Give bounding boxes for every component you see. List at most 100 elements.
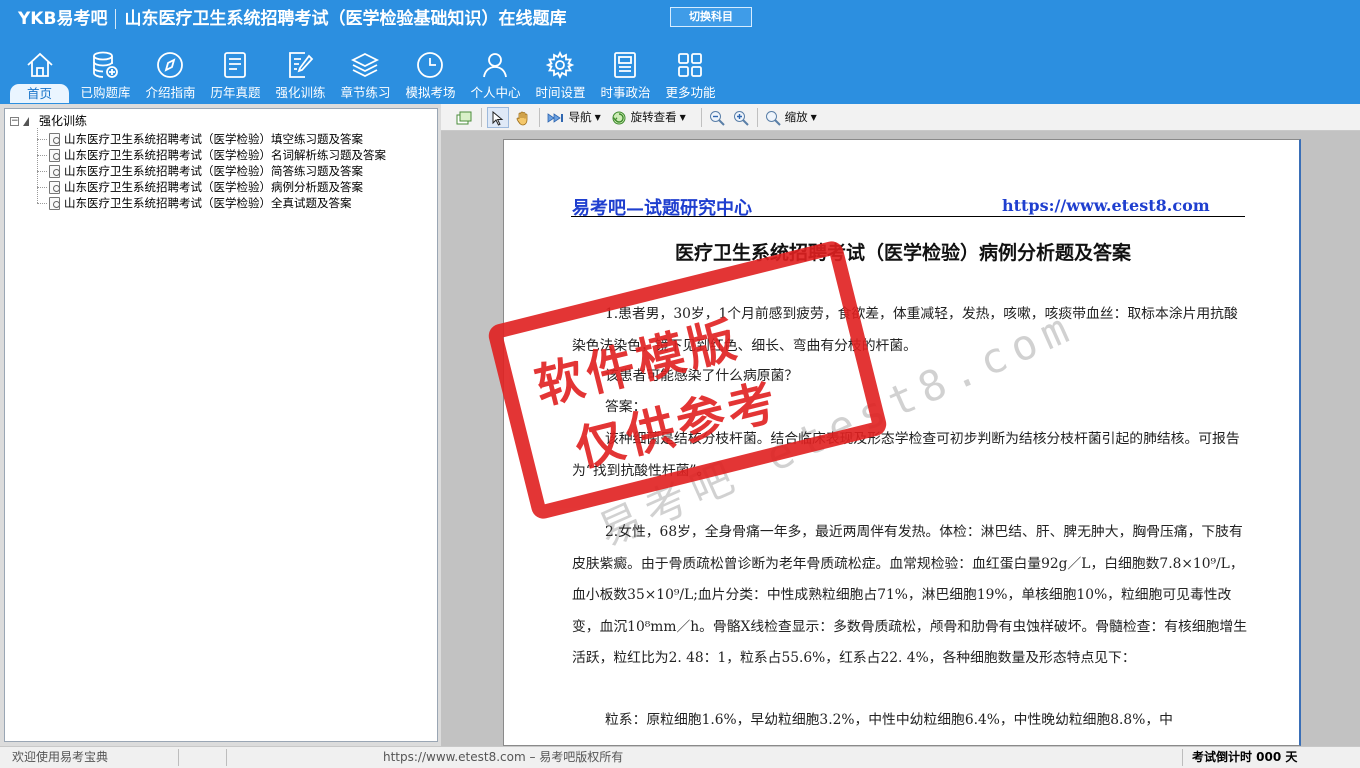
question-1-prompt: 该患者可能感染了什么病原菌？ bbox=[605, 368, 799, 384]
title-divider bbox=[115, 9, 117, 29]
zoom-menu[interactable]: 缩放 ▼ bbox=[765, 107, 817, 128]
document-icon bbox=[49, 133, 60, 146]
document-icon bbox=[49, 197, 60, 210]
tree-connector bbox=[37, 171, 47, 172]
caret-down-icon: ▼ bbox=[594, 113, 601, 122]
newspaper-icon bbox=[614, 52, 636, 78]
tree-item-label: 山东医疗卫生系统招聘考试（医学检验）名词解析练习题及答案 bbox=[64, 148, 386, 162]
rotate-icon bbox=[612, 111, 626, 124]
hand-icon bbox=[516, 111, 528, 125]
folder-icon bbox=[23, 117, 29, 126]
nav-more-label: 更多功能 bbox=[665, 85, 716, 100]
edit-document-icon bbox=[289, 52, 314, 78]
nav-past-exams-label: 历年真题 bbox=[210, 85, 261, 100]
zoom-label: 缩放 bbox=[784, 110, 808, 124]
main-nav: 首页 已购题库 介绍指南 历年真题 强化训练 章节练习 模拟考场 个人中心 时间… bbox=[8, 46, 723, 104]
nav-mock-exam-label: 模拟考场 bbox=[405, 85, 456, 100]
document-viewer: 导航 ▼ 旋转查看 ▼ 缩放 ▼ 易考吧—试题研究中心 https://www.ete… bbox=[441, 104, 1360, 746]
tree-connector bbox=[37, 187, 47, 188]
nav-time-settings[interactable]: 时间设置 bbox=[528, 46, 593, 104]
tree-item-case-analysis[interactable]: 山东医疗卫生系统招聘考试（医学检验）病例分析题及答案 bbox=[37, 179, 363, 195]
navigation-label: 导航 bbox=[568, 110, 592, 124]
document-icon bbox=[49, 165, 60, 178]
copyright-text: https://www.etest8.com – 易考吧版权所有 bbox=[383, 750, 624, 764]
left-panel: − 强化训练 山东医疗卫生系统招聘考试（医学检验）填空练习题及答案 山东医疗卫生系… bbox=[0, 104, 441, 746]
zoom-out-button[interactable] bbox=[709, 107, 725, 128]
exam-countdown: 考试倒计时 000 天 bbox=[1192, 750, 1298, 764]
nav-current-affairs[interactable]: 时事政治 bbox=[593, 46, 658, 104]
caret-down-icon: ▼ bbox=[810, 113, 817, 122]
app-title-bar: YKB易考吧 山东医疗卫生系统招聘考试（医学检验基础知识）在线题库 bbox=[18, 8, 566, 30]
nav-past-exams[interactable]: 历年真题 bbox=[203, 46, 268, 104]
magnifier-icon bbox=[766, 110, 781, 126]
tree-item-label: 山东医疗卫生系统招聘考试（医学检验）全真试题及答案 bbox=[64, 196, 352, 210]
question-tree: − 强化训练 山东医疗卫生系统招聘考试（医学检验）填空练习题及答案 山东医疗卫生系… bbox=[4, 108, 438, 742]
question-1-answer-label: 答案： bbox=[605, 399, 647, 415]
nav-home[interactable]: 首页 bbox=[8, 46, 73, 104]
status-divider bbox=[226, 749, 227, 766]
zoom-in-button[interactable] bbox=[733, 107, 749, 128]
select-tool-button[interactable] bbox=[487, 107, 509, 128]
status-divider bbox=[178, 749, 179, 766]
switch-subject-button[interactable]: 切换科目 bbox=[670, 7, 752, 27]
nav-chapters[interactable]: 章节练习 bbox=[333, 46, 398, 104]
nav-home-label: 首页 bbox=[10, 84, 69, 103]
question-1-answer: 该种细菌是结核分枝杆菌。结合临床表现及形态学检查可初步判断为结核分枝杆菌引起的肺… bbox=[572, 431, 1240, 479]
toolbar-separator bbox=[701, 108, 702, 127]
nav-time-settings-label: 时间设置 bbox=[535, 85, 586, 100]
tree-item-fill-blank[interactable]: 山东医疗卫生系统招聘考试（医学检验）填空练习题及答案 bbox=[37, 131, 363, 147]
tree-root[interactable]: − 强化训练 bbox=[10, 114, 87, 129]
nav-more[interactable]: 更多功能 bbox=[658, 46, 723, 104]
nav-purchased-label: 已购题库 bbox=[80, 85, 131, 100]
layers-icon bbox=[350, 52, 380, 78]
nav-mock-exam[interactable]: 模拟考场 bbox=[398, 46, 463, 104]
tree-item-label: 山东医疗卫生系统招聘考试（医学检验）简答练习题及答案 bbox=[64, 164, 363, 178]
nav-intensive[interactable]: 强化训练 bbox=[268, 46, 333, 104]
rotate-view-label: 旋转查看 bbox=[630, 110, 677, 124]
tree-connector bbox=[37, 203, 47, 204]
tree-connector bbox=[37, 155, 47, 156]
tree-item-short-answer[interactable]: 山东医疗卫生系统招聘考试（医学检验）简答练习题及答案 bbox=[37, 163, 363, 179]
welcome-text: 欢迎使用易考宝典 bbox=[12, 750, 109, 764]
question-1-text: 1.患者男，30岁，1个月前感到疲劳，食欲差，体重减轻，发热，咳嗽，咳痰带血丝：… bbox=[572, 306, 1238, 354]
nav-profile[interactable]: 个人中心 bbox=[463, 46, 528, 104]
nav-guide[interactable]: 介绍指南 bbox=[138, 46, 203, 104]
tree-item-full-exam[interactable]: 山东医疗卫生系统招聘考试（医学检验）全真试题及答案 bbox=[37, 195, 352, 211]
caret-down-icon: ▼ bbox=[679, 113, 686, 122]
question-2-text: 2.女性，68岁，全身骨痛一年多，最近两周伴有发热。体检：淋巴结、肝、脾无肿大，… bbox=[572, 524, 1248, 666]
status-bar: 欢迎使用易考宝典 https://www.etest8.com – 易考吧版权所… bbox=[0, 746, 1360, 768]
header-rule bbox=[571, 216, 1245, 217]
collapse-icon[interactable]: − bbox=[10, 117, 19, 126]
cursor-icon bbox=[492, 111, 504, 126]
user-icon bbox=[483, 53, 507, 78]
zoom-out-icon bbox=[710, 110, 725, 126]
list-document-icon bbox=[224, 52, 246, 78]
clock-icon bbox=[417, 52, 443, 78]
nav-intensive-label: 强化训练 bbox=[275, 85, 326, 100]
navigation-menu[interactable]: 导航 ▼ bbox=[547, 107, 601, 128]
question-2-cells: 粒系：原粒细胞1.6%，早幼粒细胞3.2%，中性中幼粒细胞6.4%，中性晚幼粒细… bbox=[605, 712, 1173, 728]
nav-guide-label: 介绍指南 bbox=[145, 85, 196, 100]
toolbar-separator bbox=[481, 108, 482, 127]
toolbar-separator bbox=[757, 108, 758, 127]
document-icon bbox=[49, 149, 60, 162]
nav-profile-label: 个人中心 bbox=[470, 85, 521, 100]
tree-item-label: 山东医疗卫生系统招聘考试（医学检验）病例分析题及答案 bbox=[64, 180, 363, 194]
site-url: https://www.etest8.com bbox=[1002, 196, 1210, 215]
toolbar-separator bbox=[539, 108, 540, 127]
navigation-icon bbox=[547, 112, 563, 123]
tree-item-terms[interactable]: 山东医疗卫生系统招聘考试（医学检验）名词解析练习题及答案 bbox=[37, 147, 386, 163]
status-divider bbox=[1182, 749, 1183, 766]
thumbnails-button[interactable] bbox=[455, 107, 473, 128]
tree-root-label: 强化训练 bbox=[39, 114, 88, 128]
database-add-icon bbox=[93, 51, 118, 78]
document-title: 医疗卫生系统招聘考试（医学检验）病例分析题及答案 bbox=[674, 242, 1131, 264]
rotate-view-menu[interactable]: 旋转查看 ▼ bbox=[611, 107, 686, 128]
app-title: 山东医疗卫生系统招聘考试（医学检验基础知识）在线题库 bbox=[124, 9, 567, 29]
nav-purchased[interactable]: 已购题库 bbox=[73, 46, 138, 104]
nav-chapters-label: 章节练习 bbox=[340, 85, 391, 100]
home-icon bbox=[27, 52, 53, 77]
tree-connector bbox=[37, 139, 47, 140]
app-logo: YKB易考吧 bbox=[18, 9, 108, 29]
hand-tool-button[interactable] bbox=[515, 107, 531, 128]
